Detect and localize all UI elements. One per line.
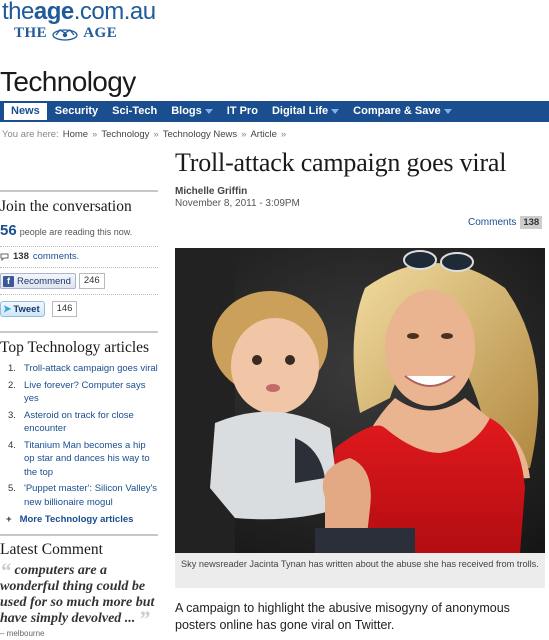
breadcrumb-technology[interactable]: Technology — [101, 129, 149, 140]
divider — [0, 534, 158, 536]
speech-bubble-icon — [0, 253, 9, 261]
crest-icon — [52, 28, 78, 41]
comments-label: Comments — [468, 217, 517, 228]
list-item: 4. Titanium Man becomes a hip op star and… — [8, 439, 158, 480]
top-article-link[interactable]: Troll-attack campaign goes viral — [24, 362, 158, 376]
comments-label: comments. — [32, 251, 80, 262]
latest-comment-heading: Latest Comment — [0, 541, 103, 558]
breadcrumb-separator: » — [153, 129, 159, 140]
url-prefix: the — [2, 0, 34, 25]
list-item: 1. Troll-attack campaign goes viral — [8, 362, 158, 376]
readers-count-row: 56 people are reading this now. — [0, 222, 158, 239]
recommend-label: Recommend — [17, 275, 71, 287]
nav-sci-tech[interactable]: Sci-Tech — [105, 101, 164, 122]
tweet-row: ➤ Tweet 146 — [0, 301, 158, 317]
nav-label: IT Pro — [226, 105, 258, 117]
tweet-label: Tweet — [13, 303, 40, 315]
breadcrumb-separator: » — [241, 129, 247, 140]
recommend-row: f Recommend 246 — [0, 273, 158, 289]
more-articles-label: More Technology articles — [19, 514, 134, 525]
divider — [0, 294, 158, 295]
nav-label: Sci-Tech — [112, 105, 158, 117]
latest-comment-author: – melbourne — [0, 629, 45, 638]
list-number: 4. — [8, 439, 16, 451]
divider — [0, 331, 158, 333]
recommend-button[interactable]: f Recommend — [0, 273, 76, 289]
breadcrumb-separator: » — [280, 129, 287, 140]
list-number: 3. — [8, 409, 16, 421]
comments-count: 138 — [13, 251, 29, 262]
article-header: Troll-attack campaign goes viral Michell… — [175, 148, 547, 209]
divider — [0, 267, 158, 268]
chevron-down-icon — [204, 109, 213, 114]
chevron-down-icon — [443, 109, 452, 114]
url-suffix: .com.au — [73, 0, 156, 25]
divider — [0, 190, 158, 192]
tweet-button[interactable]: ➤ Tweet — [0, 301, 45, 317]
breadcrumb-prefix: You are here: — [2, 129, 59, 140]
top-article-link[interactable]: Titanium Man becomes a hip op star and d… — [24, 439, 158, 480]
top-articles-heading: Top Technology articles — [0, 339, 150, 356]
article-comments-link[interactable]: Comments 138 — [468, 216, 543, 229]
list-number: 1. — [8, 363, 16, 374]
article-author[interactable]: Michelle Griffin — [175, 186, 547, 197]
list-item: 2. Live forever? Computer says yes — [8, 379, 158, 406]
tweet-count: 146 — [51, 301, 78, 317]
chevron-down-icon — [331, 109, 340, 114]
plus-icon: + — [6, 514, 12, 525]
nav-label: News — [11, 105, 40, 117]
list-number: 2. — [8, 379, 16, 391]
sidebar: Join the conversation 56 people are read… — [0, 190, 158, 638]
nav-security[interactable]: Security — [48, 101, 105, 122]
nav-label: Compare & Save — [353, 105, 441, 117]
photo-caption: Sky newsreader Jacinta Tynan has written… — [175, 553, 545, 588]
list-number: 5. — [8, 483, 16, 494]
masthead: theage.com.au THE AGE — [0, 0, 549, 60]
latest-comment-quote[interactable]: “ computers are a wonderful thing could … — [0, 560, 158, 630]
article-photo[interactable] — [175, 248, 545, 553]
nav-blogs[interactable]: Blogs — [164, 101, 220, 122]
nav-news[interactable]: News — [3, 102, 48, 121]
top-article-link[interactable]: Live forever? Computer says yes — [24, 379, 158, 406]
nav-label: Security — [54, 105, 99, 117]
site-url-logo[interactable]: theage.com.au — [2, 0, 156, 26]
readers-count: 56 — [0, 222, 17, 239]
article-lede: A campaign to highlight the abusive miso… — [175, 601, 510, 632]
divider — [0, 246, 158, 247]
comments-link[interactable]: 138 comments. — [0, 251, 158, 262]
logo-right-text: AGE — [83, 25, 118, 41]
nav-label: Digital Life — [271, 105, 329, 117]
recommend-count: 246 — [78, 273, 105, 289]
breadcrumb-separator: » — [92, 129, 98, 140]
breadcrumb-home[interactable]: Home — [63, 129, 88, 140]
list-item: 3. Asteroid on track for close encounter — [8, 409, 158, 436]
nav-label: Blogs — [171, 105, 202, 117]
nav-compare-save[interactable]: Compare & Save — [346, 101, 458, 122]
nav-it-pro[interactable]: IT Pro — [220, 101, 265, 122]
url-bold: age — [33, 0, 74, 25]
section-title: Technology — [0, 66, 136, 97]
more-articles-link[interactable]: + More Technology articles — [0, 514, 158, 525]
twitter-bird-icon: ➤ — [3, 303, 12, 315]
top-articles-list: 1. Troll-attack campaign goes viral 2. Liv… — [0, 362, 158, 509]
latest-comment-text: computers are a wonderful thing could be… — [0, 563, 155, 626]
logo-left-text: THE — [14, 25, 48, 41]
article-date: November 8, 2011 - 3:09PM — [175, 198, 300, 209]
nav-digital-life[interactable]: Digital Life — [265, 101, 346, 122]
top-article-link[interactable]: Asteroid on track for close encounter — [24, 409, 158, 436]
breadcrumb: You are here: Home » Technology » Techno… — [2, 129, 286, 140]
main-nav: News Security Sci-Tech Blogs IT Pro Digi… — [0, 101, 549, 122]
close-quote-icon: ” — [138, 606, 150, 631]
breadcrumb-article: Article — [250, 129, 277, 140]
breadcrumb-technology-news[interactable]: Technology News — [163, 129, 237, 140]
top-article-link[interactable]: 'Puppet master': Silicon Valley's new bi… — [24, 482, 158, 509]
readers-text: people are reading this now. — [19, 227, 133, 237]
the-age-logo[interactable]: THE AGE — [14, 25, 117, 42]
article-headline: Troll-attack campaign goes viral — [175, 148, 507, 177]
conversation-heading: Join the conversation — [0, 198, 132, 215]
list-item: 5. 'Puppet master': Silicon Valley's new … — [8, 482, 158, 509]
facebook-icon: f — [3, 275, 14, 287]
photo-illustration — [175, 248, 545, 553]
comments-count-badge: 138 — [520, 216, 543, 229]
